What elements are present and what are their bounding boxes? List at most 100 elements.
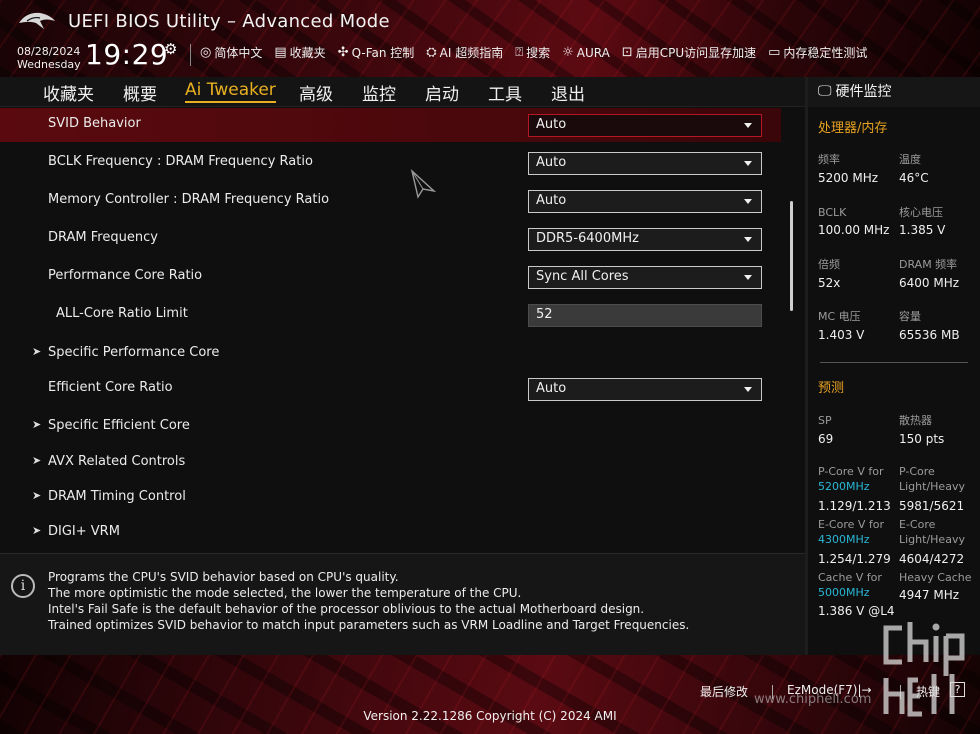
- cpu-temperature-value: 46°C: [899, 171, 929, 185]
- setting-label: BCLK Frequency : DRAM Frequency Ratio: [48, 154, 313, 169]
- ezmode-button[interactable]: EzMode(F7)|→: [787, 683, 872, 697]
- clock-settings-gear-icon[interactable]: ⚙: [164, 40, 177, 58]
- ecore-v-freq: 4300MHz: [818, 533, 870, 546]
- tab-advanced[interactable]: 高级: [299, 80, 333, 105]
- submenu-specific-performance-core[interactable]: ➤ Specific Performance Core: [0, 337, 781, 371]
- tab-favorites[interactable]: 收藏夹: [43, 80, 94, 105]
- aura-button[interactable]: ☼ AURA: [562, 44, 610, 61]
- dram-frequency-dropdown[interactable]: DDR5-6400MHz: [528, 228, 762, 251]
- section-cpu-memory: 处理器/内存: [818, 121, 888, 136]
- tab-boot[interactable]: 启动: [425, 80, 459, 105]
- capacity-label: 容量: [899, 310, 921, 323]
- globe-icon: ◎: [200, 45, 212, 60]
- pcore-lh-label: P-Core Light/Heavy: [899, 464, 965, 494]
- aura-label: AURA: [576, 45, 610, 60]
- info-icon: i: [11, 574, 35, 598]
- submenu-label: AVX Related Controls: [48, 454, 186, 469]
- bclk-dram-ratio-dropdown[interactable]: Auto: [528, 152, 762, 175]
- setting-row-all-core-ratio-limit[interactable]: ALL-Core Ratio Limit 52: [0, 298, 781, 332]
- rog-logo-icon: [19, 12, 55, 29]
- ecore-v-value: 1.254/1.279: [818, 552, 891, 566]
- main-tab-bar: 收藏夹 概要 Ai Tweaker 高级 监控 启动 工具 退出: [0, 77, 805, 107]
- resizable-bar-button[interactable]: ⊡ 启用CPU访问显存加速: [622, 44, 756, 61]
- svid-behavior-dropdown[interactable]: Auto: [528, 114, 762, 137]
- version-text: Version 2.22.1286 Copyright (C) 2024 AMI: [363, 709, 617, 723]
- last-modified-button[interactable]: 最后修改: [700, 683, 748, 700]
- tab-main[interactable]: 概要: [123, 80, 157, 105]
- help-line: Programs the CPU's SVID behavior based o…: [48, 570, 399, 584]
- tab-tool[interactable]: 工具: [488, 80, 522, 105]
- efficient-core-ratio-dropdown[interactable]: Auto: [528, 378, 762, 401]
- memtest-icon: ▭: [768, 45, 781, 60]
- mouse-cursor-icon: [410, 169, 437, 199]
- pcore-lh-value: 5981/5621: [899, 499, 965, 513]
- cache-v-value: 1.386 V @L4: [818, 604, 895, 618]
- submenu-specific-efficient-core[interactable]: ➤ Specific Efficient Core: [0, 410, 781, 444]
- tab-monitor[interactable]: 监控: [362, 80, 396, 105]
- heavy-cache-label: Heavy Cache: [899, 571, 972, 584]
- qfan-button[interactable]: ✣ Q-Fan 控制: [338, 44, 415, 61]
- dropdown-value: Auto: [536, 155, 567, 170]
- submenu-label: DIGI+ VRM: [48, 524, 120, 539]
- setting-row-mc-dram-ratio[interactable]: Memory Controller : DRAM Frequency Ratio…: [0, 184, 781, 218]
- chevron-right-icon: ➤: [32, 489, 42, 502]
- section-prediction: 预测: [818, 381, 845, 396]
- help-line: The more optimistic the mode selected, t…: [48, 586, 522, 600]
- submenu-label: Specific Efficient Core: [48, 418, 190, 433]
- favorites-button[interactable]: ▤ 收藏夹: [274, 44, 325, 61]
- memtest-button[interactable]: ▭ 内存稳定性测试: [768, 44, 867, 61]
- ecore-v-label-text: E-Core V for: [818, 518, 885, 531]
- heavy-cache-value: 4947 MHz: [899, 588, 960, 602]
- hardware-monitor-panel: 🖵 硬件监控 处理器/内存 频率 5200 MHz 温度 46°C BCLK 1…: [805, 77, 980, 655]
- favorites-icon: ▤: [274, 45, 287, 60]
- search-label: 搜索: [526, 46, 551, 60]
- settings-scrollbar[interactable]: [790, 201, 793, 311]
- resizebar-icon: ⊡: [621, 45, 633, 60]
- language-label: 简体中文: [214, 46, 263, 60]
- resizable-bar-label: 启用CPU访问显存加速: [635, 46, 757, 60]
- cpu-frequency-value: 5200 MHz: [818, 171, 879, 185]
- core-voltage-value: 1.385 V: [899, 223, 946, 237]
- tab-exit[interactable]: 退出: [551, 80, 585, 105]
- cpu-frequency-label: 频率: [818, 153, 840, 166]
- bclk-value: 100.00 MHz: [818, 223, 890, 237]
- submenu-digi-vrm[interactable]: ➤ DIGI+ VRM: [0, 516, 781, 550]
- clock-time: 19:29: [85, 38, 169, 71]
- submenu-dram-timing-control[interactable]: ➤ DRAM Timing Control: [0, 481, 781, 515]
- chevron-right-icon: ➤: [32, 524, 42, 537]
- setting-row-performance-core-ratio[interactable]: Performance Core Ratio Sync All Cores: [0, 260, 781, 294]
- setting-label: Memory Controller : DRAM Frequency Ratio: [48, 192, 330, 207]
- pcore-v-freq: 5200MHz: [818, 480, 870, 493]
- ai-oc-guide-button[interactable]: ⛭ AI 超频指南: [426, 44, 503, 61]
- cooler-label: 散热器: [899, 414, 932, 427]
- monitor-title-text: 硬件监控: [835, 84, 892, 100]
- help-line: Trained optimizes SVID behavior to match…: [48, 618, 690, 632]
- setting-row-dram-frequency[interactable]: DRAM Frequency DDR5-6400MHz: [0, 222, 781, 256]
- submenu-label: Specific Performance Core: [48, 345, 220, 360]
- all-core-ratio-input[interactable]: 52: [528, 304, 762, 327]
- dropdown-value: Auto: [536, 381, 567, 396]
- setting-row-efficient-core-ratio[interactable]: Efficient Core Ratio Auto: [0, 372, 781, 406]
- setting-row-bclk-dram-ratio[interactable]: BCLK Frequency : DRAM Frequency Ratio Au…: [0, 146, 781, 180]
- language-button[interactable]: ◎ 简体中文: [200, 44, 262, 61]
- pcore-v-label: P-Core V for 5200MHz: [818, 464, 883, 494]
- submenu-avx-related-controls[interactable]: ➤ AVX Related Controls: [0, 446, 781, 480]
- performance-core-ratio-dropdown[interactable]: Sync All Cores: [528, 266, 762, 289]
- favorites-label: 收藏夹: [289, 46, 326, 60]
- chevron-down-icon: [744, 237, 752, 242]
- search-button[interactable]: ⍰ 搜索: [515, 44, 550, 61]
- header-bar: UEFI BIOS Utility – Advanced Mode 08/28/…: [0, 0, 980, 77]
- setting-label: Performance Core Ratio: [48, 268, 203, 283]
- mc-voltage-label: MC 电压: [818, 310, 861, 323]
- setting-row-svid-behavior[interactable]: SVID Behavior Auto: [0, 108, 781, 142]
- setting-label: Efficient Core Ratio: [48, 380, 173, 395]
- dropdown-value: Sync All Cores: [536, 269, 629, 284]
- tab-ai-tweaker[interactable]: Ai Tweaker: [185, 80, 276, 103]
- date-text: 08/28/2024: [17, 45, 81, 58]
- monitor-screen-icon: 🖵: [818, 83, 832, 99]
- help-line: Intel's Fail Safe is the default behavio…: [48, 602, 645, 616]
- core-voltage-label: 核心电压: [899, 206, 943, 219]
- mc-dram-ratio-dropdown[interactable]: Auto: [528, 190, 762, 213]
- cache-v-freq: 5000MHz: [818, 586, 870, 599]
- search-icon: ⍰: [515, 45, 524, 60]
